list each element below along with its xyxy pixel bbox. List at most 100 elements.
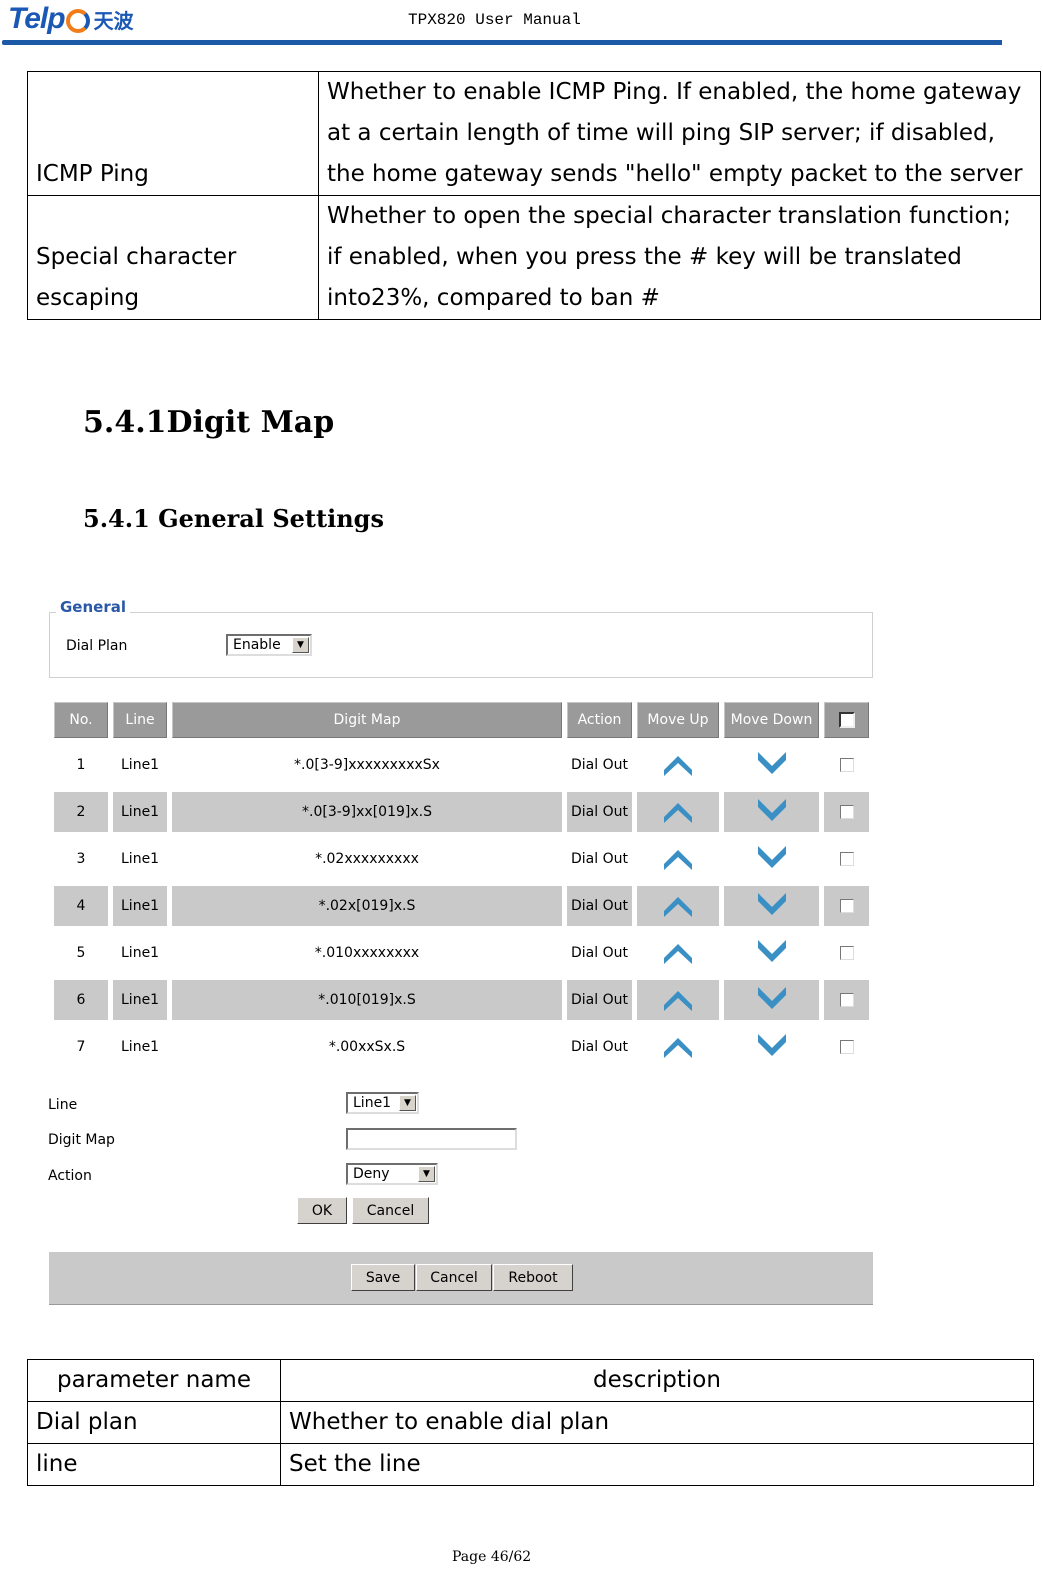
move-down-button[interactable] (724, 933, 819, 973)
line-value: Line1 (353, 1095, 392, 1111)
move-down-button[interactable] (724, 1027, 819, 1067)
row-action: Dial Out (571, 1039, 628, 1055)
row-action: Dial Out (571, 757, 628, 773)
row-line: Line1 (113, 980, 167, 1020)
row-checkbox[interactable] (839, 993, 854, 1007)
move-down-button[interactable] (724, 980, 819, 1020)
chevron-up-icon[interactable] (662, 750, 694, 780)
header-select-all[interactable] (824, 702, 869, 738)
move-up-button[interactable] (637, 980, 719, 1020)
table-row: 1 Line1 *.0[3-9]xxxxxxxxxSx Dial Out (54, 745, 869, 785)
row-checkbox[interactable] (839, 946, 854, 960)
table-row: line Set the line (27, 1443, 1034, 1486)
row-select[interactable] (824, 792, 869, 832)
dial-plan-value: Enable (233, 637, 281, 653)
table-header-row: parameter name description (27, 1359, 1034, 1402)
row-checkbox[interactable] (839, 899, 854, 913)
param-name: ICMP Ping (27, 71, 319, 196)
header-line: Line (113, 702, 167, 738)
chevron-up-icon[interactable] (662, 891, 694, 921)
row-select[interactable] (824, 745, 869, 785)
dial-plan-select[interactable]: Enable ▼ (226, 634, 312, 656)
row-digit-map: *.010xxxxxxxx (314, 945, 420, 961)
header-digit-map: Digit Map (172, 702, 562, 738)
ok-button[interactable]: OK (297, 1197, 347, 1224)
table-row: 3 Line1 *.02xxxxxxxxx Dial Out (54, 839, 869, 879)
row-line: Line1 (121, 757, 160, 773)
chevron-down-icon[interactable]: ▼ (399, 1095, 416, 1111)
row-digit-map: *.02xxxxxxxxx (315, 851, 419, 867)
move-down-button[interactable] (724, 886, 819, 926)
row-number: 7 (76, 1039, 86, 1055)
options-table: ICMP Ping Whether to enable ICMP Ping. I… (27, 71, 1041, 320)
chevron-up-icon[interactable] (662, 985, 694, 1015)
row-select[interactable] (824, 1027, 869, 1067)
chevron-down-icon[interactable] (756, 938, 788, 968)
table-header-row: No. Line Digit Map Action Move Up Move D… (54, 702, 869, 738)
row-checkbox[interactable] (839, 852, 854, 866)
cancel-button[interactable]: Cancel (416, 1264, 492, 1291)
row-select[interactable] (824, 933, 869, 973)
chevron-up-icon[interactable] (662, 1032, 694, 1062)
row-checkbox[interactable] (839, 1040, 854, 1054)
general-legend: General (56, 598, 130, 616)
move-down-button[interactable] (724, 745, 819, 785)
row-number: 3 (76, 851, 86, 867)
header-move-up: Move Up (637, 702, 719, 738)
form-cancel-button[interactable]: Cancel (352, 1197, 429, 1224)
move-up-button[interactable] (637, 792, 719, 832)
header-move-down: Move Down (724, 702, 819, 738)
table-row: 6 Line1 *.010[019]x.S Dial Out (54, 980, 869, 1020)
digit-map-input[interactable] (346, 1128, 517, 1150)
row-select[interactable] (824, 886, 869, 926)
page-number: Page 46/62 (452, 1549, 532, 1565)
move-up-button[interactable] (637, 886, 719, 926)
row-select[interactable] (824, 980, 869, 1020)
chevron-up-icon[interactable] (662, 938, 694, 968)
subsection-heading: 5.4.1 General Settings (83, 504, 384, 533)
line-select[interactable]: Line1 ▼ (346, 1092, 419, 1114)
table-row: 5 Line1 *.010xxxxxxxx Dial Out (54, 933, 869, 973)
chevron-down-icon[interactable] (756, 844, 788, 874)
table-row: Dial plan Whether to enable dial plan (27, 1401, 1034, 1444)
row-checkbox[interactable] (839, 805, 854, 819)
table-row: Special character escaping Whether to op… (27, 195, 1041, 320)
row-digit-map: *.010[019]x.S (172, 980, 562, 1020)
logo-text: Telp (8, 2, 66, 35)
chevron-down-icon[interactable]: ▼ (292, 637, 309, 653)
move-down-button[interactable] (724, 839, 819, 879)
param-description: Set the line (280, 1443, 1034, 1486)
chevron-up-icon[interactable] (662, 797, 694, 827)
row-action: Dial Out (571, 851, 628, 867)
header-description: description (280, 1359, 1034, 1402)
chevron-down-icon[interactable] (756, 891, 788, 921)
move-down-button[interactable] (724, 792, 819, 832)
move-up-button[interactable] (637, 745, 719, 785)
move-up-button[interactable] (637, 839, 719, 879)
telpo-logo: Telp 天波 (8, 2, 134, 36)
row-select[interactable] (824, 839, 869, 879)
chevron-down-icon[interactable] (756, 1032, 788, 1062)
move-up-button[interactable] (637, 933, 719, 973)
row-checkbox[interactable] (839, 758, 854, 772)
chevron-down-icon[interactable]: ▼ (418, 1166, 435, 1182)
header-no: No. (54, 702, 108, 738)
table-row: ICMP Ping Whether to enable ICMP Ping. I… (27, 71, 1041, 196)
document-title: TPX820 User Manual (408, 11, 581, 29)
digit-map-settings-panel: General Dial Plan Enable ▼ No. Line Digi… (40, 590, 880, 1310)
action-label: Action (48, 1168, 92, 1184)
row-line: Line1 (121, 1039, 160, 1055)
row-action: Dial Out (571, 945, 628, 961)
action-select[interactable]: Deny ▼ (346, 1163, 438, 1185)
reboot-button[interactable]: Reboot (493, 1264, 573, 1291)
chevron-down-icon[interactable] (756, 797, 788, 827)
chevron-down-icon[interactable] (756, 750, 788, 780)
chevron-up-icon[interactable] (662, 844, 694, 874)
move-up-button[interactable] (637, 1027, 719, 1067)
param-description: Whether to open the special character tr… (318, 195, 1041, 320)
chevron-down-icon[interactable] (756, 985, 788, 1015)
save-button[interactable]: Save (351, 1264, 415, 1291)
select-all-checkbox[interactable] (838, 712, 855, 728)
header-parameter-name: parameter name (27, 1359, 281, 1402)
dial-plan-label: Dial Plan (66, 638, 128, 654)
